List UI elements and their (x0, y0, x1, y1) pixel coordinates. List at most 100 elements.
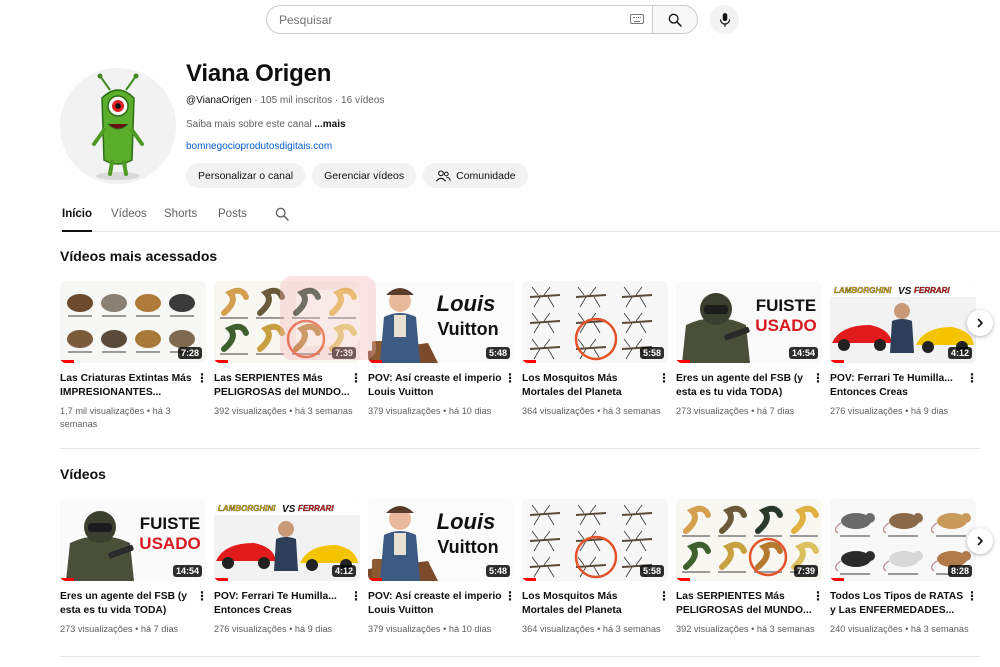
video-thumbnail[interactable]: 7:28 (60, 281, 206, 363)
video-duration: 7:28 (177, 347, 202, 359)
video-title[interactable]: Las Criaturas Extintas Más IMPRESIONANTE… (60, 372, 196, 400)
tab-inicio[interactable]: Início (62, 208, 93, 232)
channel-handle: @VianaOrigen (186, 95, 252, 106)
search-input[interactable] (266, 5, 652, 34)
channel-about[interactable]: Saiba mais sobre este canal ...mais (186, 119, 346, 130)
svg-text:FERRARI: FERRARI (914, 286, 950, 295)
manage-videos-button[interactable]: Gerenciar vídeos (312, 163, 417, 188)
video-duration: 5:48 (485, 565, 510, 577)
more-options-icon[interactable]: ⋮ (966, 372, 978, 400)
video-card[interactable]: LAMBORGHINI VS FERRARI 4:12 POV: Ferrari… (830, 281, 978, 418)
video-card[interactable]: Louis Vuitton 5:48 POV: Así creaste el i… (368, 499, 516, 636)
video-card[interactable]: LAMBORGHINI VS FERRARI 4:12 POV: Ferrari… (214, 499, 362, 636)
video-meta: 392 visualizações • há 3 semanas (676, 623, 822, 636)
videos-next-button[interactable] (967, 528, 993, 554)
video-card[interactable]: 8:28 Todos Los Tipos de RATAS y Las ENFE… (830, 499, 978, 636)
video-card[interactable]: FUISTE USADO 14:54 Eres un agente del FS… (676, 281, 824, 418)
tab-videos[interactable]: Vídeos (111, 208, 147, 220)
video-views: 392 visualizações (214, 406, 287, 416)
video-card[interactable]: FUISTE USADO 14:54 Eres un agente del FS… (60, 499, 208, 636)
video-thumbnail[interactable]: FUISTE USADO 14:54 (676, 281, 822, 363)
video-title[interactable]: Eres un agente del FSB (y esta es tu vid… (60, 590, 196, 618)
video-thumbnail[interactable]: 5:58 (522, 499, 668, 581)
video-age: • há 3 semanas (597, 406, 661, 416)
video-duration: 7:39 (331, 347, 356, 359)
channel-external-link[interactable]: bomnegocioprodutosdigitais.com (186, 141, 332, 152)
tab-shorts[interactable]: Shorts (164, 208, 197, 220)
more-options-icon[interactable]: ⋮ (658, 590, 670, 618)
video-meta: 273 visualizações • há 7 dias (676, 405, 822, 418)
video-thumbnail[interactable]: FUISTE USADO 14:54 (60, 499, 206, 581)
watch-progress-bar (60, 578, 74, 581)
video-thumbnail[interactable]: 7:39 (214, 281, 360, 363)
watch-progress-bar (522, 578, 536, 581)
watch-progress-bar (830, 578, 844, 581)
svg-text:Vuitton: Vuitton (437, 319, 498, 339)
video-thumbnail[interactable]: Louis Vuitton 5:48 (368, 499, 514, 581)
video-title[interactable]: Las SERPIENTES Más PELIGROSAS del MUNDO.… (214, 372, 350, 400)
video-thumbnail[interactable]: 8:28 (830, 499, 976, 581)
video-card[interactable]: Louis Vuitton 5:48 POV: Así creaste el i… (368, 281, 516, 418)
popular-next-button[interactable] (967, 310, 993, 336)
svg-text:Vuitton: Vuitton (437, 537, 498, 557)
video-title[interactable]: Todos Los Tipos de RATAS y Las ENFERMEDA… (830, 590, 966, 618)
more-options-icon[interactable]: ⋮ (196, 590, 208, 618)
popular-videos-heading: Vídeos mais acessados (60, 248, 218, 264)
community-button[interactable]: Comunidade (423, 163, 528, 188)
more-options-icon[interactable]: ⋮ (812, 372, 824, 400)
channel-tabs: Início Vídeos Shorts Posts (60, 200, 1000, 232)
video-views: 1,7 mil visualizações (60, 406, 145, 416)
voice-search-button[interactable] (710, 5, 739, 34)
video-title[interactable]: Los Mosquitos Más Mortales del Planeta E… (522, 590, 658, 618)
watch-progress-bar (830, 360, 844, 363)
video-title[interactable]: POV: Así creaste el imperio Louis Vuitto… (368, 590, 504, 618)
video-title[interactable]: POV: Así creaste el imperio Louis Vuitto… (368, 372, 504, 400)
more-options-icon[interactable]: ⋮ (504, 590, 516, 618)
video-views: 276 visualizações (214, 624, 287, 634)
video-title[interactable]: POV: Ferrari Te Humilla... Entonces Crea… (830, 372, 966, 400)
video-card[interactable]: 7:39 Las SERPIENTES Más PELIGROSAS del M… (214, 281, 362, 418)
watch-progress-bar (676, 578, 690, 581)
video-views: 379 visualizações (368, 624, 441, 634)
about-more-link[interactable]: ...mais (314, 119, 345, 130)
videos-heading: Vídeos (60, 466, 106, 482)
keyboard-icon[interactable] (630, 14, 644, 24)
channel-meta: @VianaOrigen · 105 mil inscritos · 16 ví… (186, 95, 384, 106)
video-title[interactable]: POV: Ferrari Te Humilla... Entonces Crea… (214, 590, 350, 618)
more-options-icon[interactable]: ⋮ (812, 590, 824, 618)
video-thumbnail[interactable]: 7:39 (676, 499, 822, 581)
more-options-icon[interactable]: ⋮ (350, 372, 362, 400)
channel-search-button[interactable] (274, 206, 290, 227)
video-title[interactable]: Las SERPIENTES Más PELIGROSAS del MUNDO.… (676, 590, 812, 618)
channel-avatar[interactable] (60, 68, 176, 184)
video-title[interactable]: Eres un agente del FSB (y esta es tu vid… (676, 372, 812, 400)
video-card[interactable]: 7:39 Las SERPIENTES Más PELIGROSAS del M… (676, 499, 824, 636)
more-options-icon[interactable]: ⋮ (504, 372, 516, 400)
more-options-icon[interactable]: ⋮ (196, 372, 208, 400)
video-views: 276 visualizações (830, 406, 903, 416)
video-meta: 392 visualizações • há 3 semanas (214, 405, 360, 418)
searchbar (266, 5, 698, 34)
video-views: 364 visualizações (522, 406, 595, 416)
more-options-icon[interactable]: ⋮ (658, 372, 670, 400)
video-thumbnail[interactable]: LAMBORGHINI VS FERRARI 4:12 (830, 281, 976, 363)
chevron-right-icon (977, 536, 984, 546)
video-thumbnail[interactable]: LAMBORGHINI VS FERRARI 4:12 (214, 499, 360, 581)
video-card[interactable]: 5:58 Los Mosquitos Más Mortales del Plan… (522, 499, 670, 636)
video-thumbnail[interactable]: 5:58 (522, 281, 668, 363)
video-age: • há 10 dias (443, 406, 492, 416)
video-thumbnail[interactable]: Louis Vuitton 5:48 (368, 281, 514, 363)
video-card[interactable]: 7:28 Las Criaturas Extintas Más IMPRESIO… (60, 281, 208, 431)
video-card[interactable]: 5:58 Los Mosquitos Más Mortales del Plan… (522, 281, 670, 418)
video-title[interactable]: Los Mosquitos Más Mortales del Planeta E… (522, 372, 658, 400)
customize-channel-button[interactable]: Personalizar o canal (186, 163, 306, 188)
video-views: 364 visualizações (522, 624, 595, 634)
more-options-icon[interactable]: ⋮ (966, 590, 978, 618)
more-options-icon[interactable]: ⋮ (350, 590, 362, 618)
video-meta: 240 visualizações • há 3 semanas (830, 623, 976, 636)
chevron-right-icon (977, 318, 984, 328)
tab-posts[interactable]: Posts (218, 208, 247, 220)
search-button[interactable] (652, 5, 698, 34)
customize-channel-label: Personalizar o canal (198, 169, 294, 182)
watch-progress-bar (368, 578, 382, 581)
